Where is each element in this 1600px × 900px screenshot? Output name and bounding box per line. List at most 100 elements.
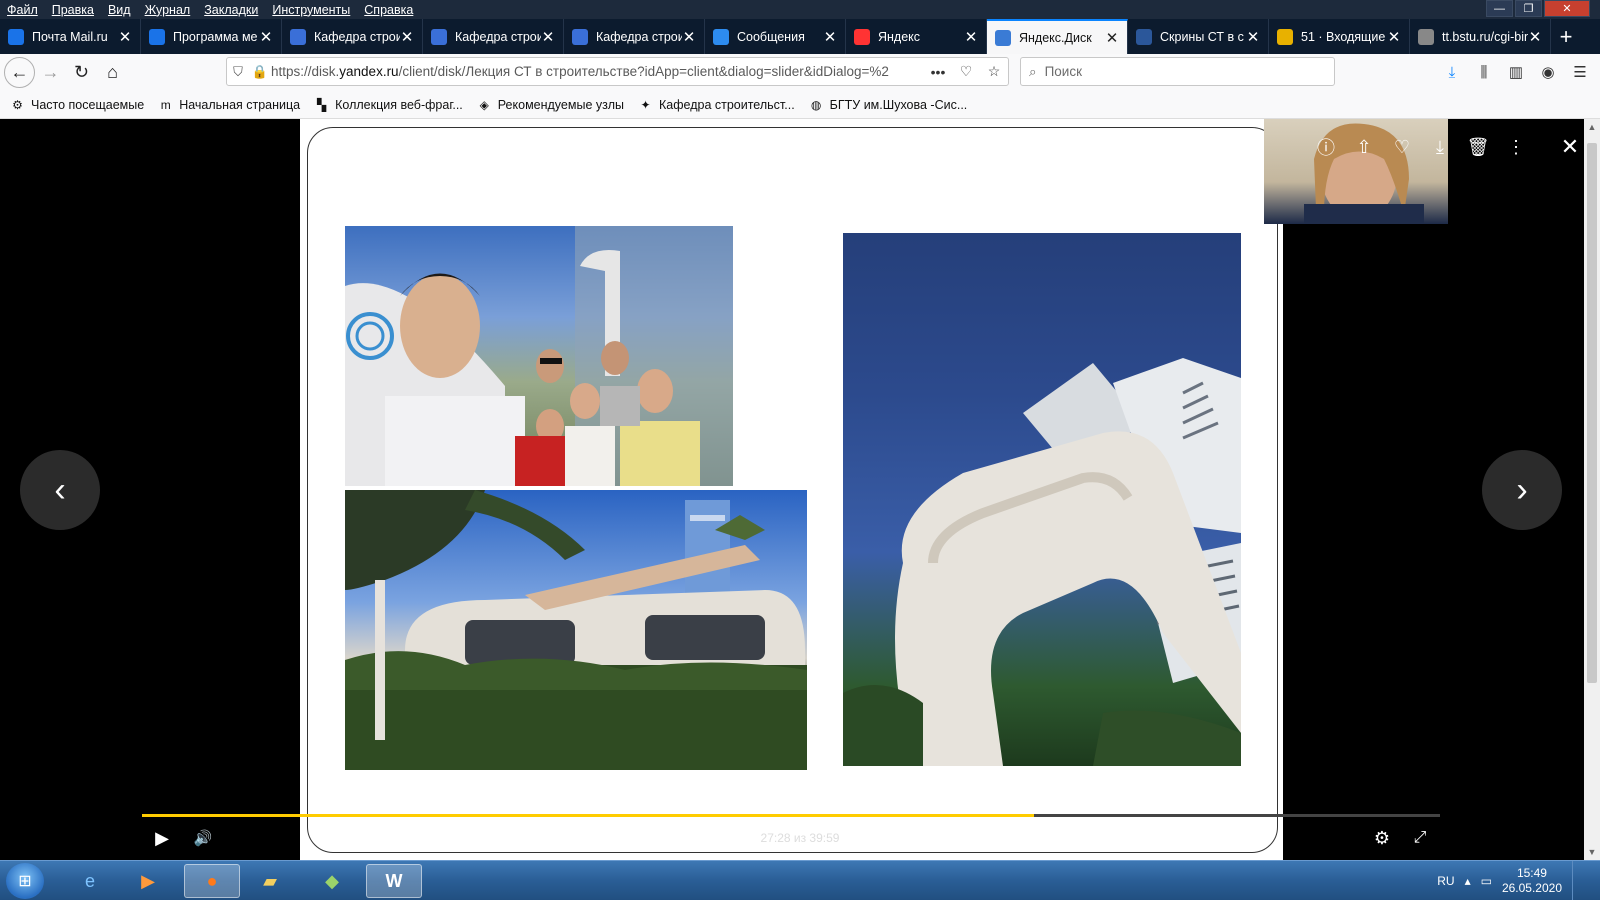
tab-label: Кафедра строи [455, 29, 541, 44]
tab-close-icon[interactable]: ✕ [1105, 29, 1119, 47]
viewer-toolbar: ⓘ ⇧ ♡ ⤓ 🗑 ⋮ ✕ [1316, 134, 1580, 159]
tab-6[interactable]: Яндекс ✕ [846, 19, 987, 54]
page-actions-icon[interactable]: ••• [924, 64, 952, 80]
more-vert-icon[interactable]: ⋮ [1506, 136, 1526, 158]
tab-close-icon[interactable]: ✕ [682, 28, 696, 46]
taskbar-media-player[interactable]: ▶ [120, 864, 176, 898]
account-icon[interactable]: ◉ [1534, 58, 1562, 86]
bookmark-2[interactable]: ▚ Коллекция веб-фраг... [314, 97, 463, 112]
pocket-icon[interactable]: ♡ [952, 63, 980, 80]
reload-button[interactable]: ↻ [66, 57, 97, 88]
tab-3[interactable]: Кафедра строи ✕ [423, 19, 564, 54]
library-icon[interactable]: ⫼ [1470, 58, 1498, 86]
back-button[interactable]: ← [4, 57, 35, 88]
clock-time: 15:49 [1516, 866, 1547, 880]
taskbar-word[interactable]: W [366, 864, 422, 898]
new-tab-button[interactable]: + [1551, 19, 1581, 54]
tab-close-icon[interactable]: ✕ [823, 28, 837, 46]
scroll-thumb[interactable] [1587, 143, 1597, 683]
menu-view[interactable]: Вид [101, 3, 138, 17]
menu-bookmarks[interactable]: Закладки [197, 3, 265, 17]
bookmark-0[interactable]: ⚙ Часто посещаемые [10, 97, 144, 112]
language-indicator[interactable]: RU [1437, 874, 1454, 888]
window-controls: — ❐ ✕ [1486, 0, 1590, 17]
info-icon[interactable]: ⓘ [1316, 136, 1336, 158]
tab-label: Сообщения [737, 29, 805, 44]
tab-close-icon[interactable]: ✕ [964, 28, 978, 46]
play-button[interactable]: ▶ [150, 826, 174, 850]
tab-close-icon[interactable]: ✕ [1246, 28, 1260, 46]
menu-help[interactable]: Справка [357, 3, 420, 17]
tab-2[interactable]: Кафедра строи ✕ [282, 19, 423, 54]
menu-edit[interactable]: Правка [45, 3, 101, 17]
close-viewer-icon[interactable]: ✕ [1560, 134, 1580, 159]
download-icon[interactable]: ⤓ [1430, 136, 1450, 158]
tab-close-icon[interactable]: ✕ [1528, 28, 1542, 46]
previous-slide-button[interactable]: ‹ [20, 450, 100, 530]
tab-close-icon[interactable]: ✕ [541, 28, 555, 46]
photo-group-selfie [345, 226, 733, 486]
bookmark-star-icon[interactable]: ☆ [980, 63, 1008, 80]
volume-button[interactable]: 🔊 [190, 826, 216, 850]
settings-button[interactable]: ⚙ [1370, 826, 1394, 850]
taskbar-ie[interactable]: e [62, 864, 118, 898]
page-scrollbar[interactable]: ▲ ▼ [1584, 119, 1600, 860]
tab-1[interactable]: Программа ме ✕ [141, 19, 282, 54]
url-bar[interactable]: ⛉ 🔒 https://disk.yandex.ru/client/disk/Л… [226, 57, 1009, 86]
scroll-down-icon[interactable]: ▼ [1584, 844, 1600, 860]
minimize-button[interactable]: — [1486, 0, 1513, 17]
video-progress-bar[interactable] [142, 814, 1440, 817]
bookmark-4[interactable]: ✦ Кафедра строительст... [638, 97, 794, 112]
bookmark-1[interactable]: m Начальная страница [158, 97, 300, 112]
tab-0[interactable]: Почта Mail.ru ✕ [0, 19, 141, 54]
tab-10[interactable]: tt.bstu.ru/cgi-bin/ti✕ [1410, 19, 1551, 54]
taskbar-app-shield[interactable]: ◆ [304, 864, 360, 898]
tab-close-icon[interactable]: ✕ [259, 28, 273, 46]
home-button[interactable]: ⌂ [97, 57, 128, 88]
taskbar-firefox[interactable]: ● [184, 864, 240, 898]
downloads-icon[interactable]: ⤓ [1438, 58, 1466, 86]
menu-file[interactable]: Файл [0, 3, 45, 17]
trash-icon[interactable]: 🗑 [1467, 136, 1490, 158]
forward-button[interactable]: → [35, 57, 66, 88]
show-desktop-button[interactable] [1572, 861, 1586, 900]
clock[interactable]: 15:49 26.05.2020 [1502, 866, 1562, 896]
tray-expand-icon[interactable]: ▴ [1465, 874, 1471, 888]
tab-8[interactable]: Скрины СТ в с ✕ [1128, 19, 1269, 54]
heart-icon[interactable]: ♡ [1392, 136, 1412, 158]
share-icon[interactable]: ⇧ [1354, 136, 1374, 158]
tab-close-icon[interactable]: ✕ [118, 28, 132, 46]
tab-5[interactable]: Сообщения ✕ [705, 19, 846, 54]
next-slide-button[interactable]: › [1482, 450, 1562, 530]
home-icon: ⌂ [107, 62, 118, 82]
menu-history[interactable]: Журнал [138, 3, 198, 17]
webcam-overlay [1264, 119, 1448, 224]
dept-icon [572, 28, 588, 45]
taskbar-explorer[interactable]: ▰ [242, 864, 298, 898]
sidebar-icon[interactable]: ▥ [1502, 58, 1530, 86]
fullscreen-button[interactable]: ⤢ [1408, 826, 1432, 850]
tab-4[interactable]: Кафедра строи ✕ [564, 19, 705, 54]
tab-label: Яндекс [878, 29, 921, 44]
menu-tools[interactable]: Инструменты [265, 3, 357, 17]
shield-icon[interactable]: ⛉ [227, 64, 249, 80]
bookmark-3[interactable]: ◈ Рекомендуемые узлы [477, 97, 624, 112]
lock-icon[interactable]: 🔒 [249, 64, 271, 80]
search-input[interactable]: ⌕ Поиск [1020, 57, 1335, 86]
tab-close-icon[interactable]: ✕ [1387, 28, 1401, 46]
url-text[interactable]: https://disk.yandex.ru/client/disk/Лекци… [271, 64, 924, 79]
toolbar-right: ⤓ ⫼ ▥ ◉ ☰ [1438, 58, 1594, 86]
scroll-up-icon[interactable]: ▲ [1584, 119, 1600, 135]
start-button[interactable]: ⊞ [6, 863, 44, 899]
bookmark-label: Часто посещаемые [31, 97, 145, 112]
close-window-button[interactable]: ✕ [1544, 0, 1590, 17]
network-icon[interactable]: ▭ [1481, 874, 1492, 888]
menu-icon[interactable]: ☰ [1566, 58, 1594, 86]
tab-7[interactable]: Яндекс.Диск ✕ [987, 19, 1128, 54]
tab-close-icon[interactable]: ✕ [400, 28, 414, 46]
restore-button[interactable]: ❐ [1515, 0, 1542, 17]
tab-9[interactable]: 51 · Входящие ✕ [1269, 19, 1410, 54]
chevron-left-icon: ‹ [54, 470, 66, 509]
bookmark-5[interactable]: ◍ БГТУ им.Шухова -Сис... [809, 97, 967, 112]
slice-icon: ▚ [317, 97, 327, 112]
